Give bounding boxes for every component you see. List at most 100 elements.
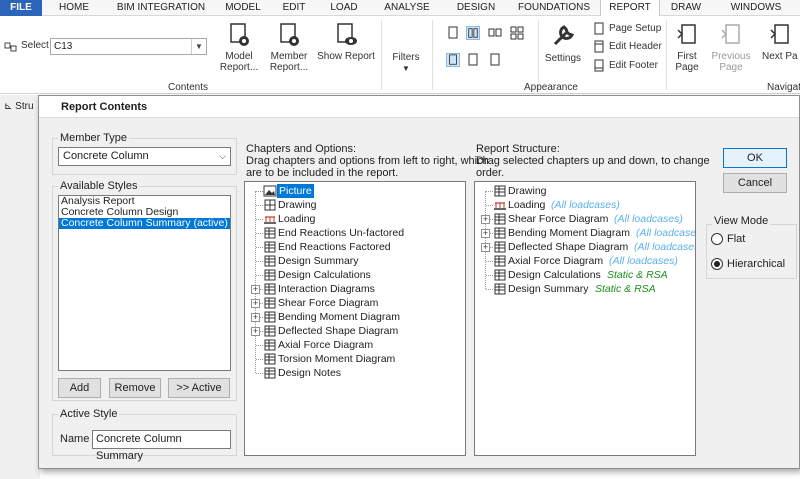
menu-tab-analyse[interactable]: ANALYSE: [370, 0, 444, 16]
expand-plus-icon[interactable]: +: [251, 313, 260, 322]
menu-tab-model[interactable]: MODEL: [216, 0, 270, 16]
tree-connector: [256, 205, 263, 206]
flat-radio[interactable]: [711, 233, 723, 245]
tree-item[interactable]: Design Calculations Static & RSA: [481, 268, 691, 282]
table-icon: [264, 339, 276, 351]
model-report-button[interactable]: Model Report...: [214, 22, 264, 73]
structure-description-line2: order.: [476, 167, 505, 179]
tree-item[interactable]: + Deflected Shape Diagram: [251, 324, 461, 338]
edit-header-button[interactable]: Edit Header: [609, 40, 662, 54]
settings-button[interactable]: Settings: [542, 22, 584, 64]
tree-item-note: (All loadcases): [609, 255, 678, 267]
tree-item[interactable]: Axial Force Diagram: [251, 338, 461, 352]
report-structure-tree[interactable]: Drawing Loading (All loadcases) + Shear Forc…: [474, 181, 696, 456]
menu-tab-load[interactable]: LOAD: [318, 0, 370, 16]
tree-item[interactable]: + Deflected Shape Diagram (All loadcases): [481, 240, 695, 254]
remove-style-button[interactable]: Remove: [109, 378, 161, 398]
filters-button[interactable]: Filters ▼: [386, 52, 426, 74]
expand-plus-icon[interactable]: +: [251, 299, 260, 308]
menu-tab-home[interactable]: HOME: [42, 0, 106, 16]
menu-tab-bim-integration[interactable]: BIM INTEGRATION: [106, 0, 216, 16]
chapters-tree[interactable]: Picture Drawing Loading End Reactions Un-fa…: [244, 181, 466, 456]
first-page-label: First Page: [675, 51, 699, 73]
model-report-label: Model Report...: [219, 51, 259, 73]
tree-item[interactable]: + Interaction Diagrams: [251, 282, 461, 296]
tree-item[interactable]: + Bending Moment Diagram: [251, 310, 461, 324]
expand-plus-icon[interactable]: +: [251, 285, 260, 294]
layout-double-icon[interactable]: [466, 26, 480, 40]
tree-item[interactable]: Drawing: [251, 198, 461, 212]
show-report-button[interactable]: Show Report: [316, 22, 376, 62]
edit-footer-button[interactable]: Edit Footer: [609, 59, 658, 73]
first-page-button[interactable]: First Page: [670, 22, 704, 73]
tree-item[interactable]: Torsion Moment Diagram: [251, 352, 461, 366]
tree-item[interactable]: End Reactions Factored: [251, 240, 461, 254]
tree-item[interactable]: Design Notes: [251, 366, 461, 380]
menu-tab-foundations[interactable]: FOUNDATIONS: [508, 0, 600, 16]
tree-item[interactable]: Loading: [251, 212, 461, 226]
layout-grid-icon[interactable]: [488, 26, 502, 40]
hierarchical-radio-label[interactable]: Hierarchical: [727, 258, 785, 270]
tree-connector: [256, 219, 263, 220]
layout-multi-icon[interactable]: [510, 26, 524, 40]
menu-tab-file[interactable]: FILE: [0, 0, 42, 16]
page-fit-width-icon[interactable]: [466, 53, 480, 67]
styles-listbox[interactable]: Analysis Report Concrete Column Design Con…: [58, 195, 231, 371]
tree-item[interactable]: Design Summary: [251, 254, 461, 268]
structure-tab-label: Stru: [15, 101, 34, 112]
tree-item[interactable]: + Bending Moment Diagram (All loadcases): [481, 226, 695, 240]
tree-item-note: (All loadcases): [634, 241, 696, 253]
structure-tab[interactable]: ⊾ Stru: [4, 101, 34, 112]
hierarchical-radio[interactable]: [711, 258, 723, 270]
tree-item-label: Interaction Diagrams: [278, 283, 375, 295]
cancel-button[interactable]: Cancel: [723, 173, 787, 193]
chevron-down-icon[interactable]: ⌵: [219, 148, 226, 165]
menu-tab-report[interactable]: REPORT: [600, 0, 660, 17]
next-page-button[interactable]: Next Pa: [762, 22, 800, 62]
ok-button[interactable]: OK: [723, 148, 787, 168]
expand-plus-icon[interactable]: +: [481, 215, 490, 224]
menu-tab-windows[interactable]: WINDOWS: [712, 0, 800, 16]
style-name-input[interactable]: Concrete Column Summary: [92, 430, 231, 462]
chevron-down-icon: ▼: [402, 64, 410, 73]
expand-plus-icon[interactable]: +: [251, 327, 260, 336]
chevron-down-icon[interactable]: ▼: [191, 39, 206, 54]
dialog-title: Report Contents: [39, 96, 799, 118]
tree-item[interactable]: Picture: [251, 184, 461, 198]
tree-item-note: (All loadcases): [551, 199, 620, 211]
page-fit-page-icon[interactable]: [488, 53, 502, 67]
menu-tab-draw[interactable]: DRAW: [660, 0, 712, 16]
tree-item[interactable]: Design Summary Static & RSA: [481, 282, 691, 296]
member-type-combo[interactable]: Concrete Column ⌵: [58, 147, 231, 166]
tree-connector: [486, 289, 493, 290]
ribbon: Select C13 ▼ Model Report... Member Repo…: [0, 16, 800, 94]
style-list-item[interactable]: Concrete Column Summary (active): [59, 218, 230, 229]
tree-item-label: Picture: [277, 184, 314, 198]
menu-tab-design[interactable]: DESIGN: [444, 0, 508, 16]
tree-item[interactable]: Design Calculations: [251, 268, 461, 282]
previous-page-button[interactable]: Previous Page: [708, 22, 754, 73]
layout-single-icon[interactable]: [446, 26, 460, 40]
member-report-button[interactable]: Member Report...: [264, 22, 314, 73]
tree-item[interactable]: Loading (All loadcases): [481, 198, 691, 212]
tree-item[interactable]: End Reactions Un-factored: [251, 226, 461, 240]
expand-plus-icon[interactable]: +: [481, 229, 490, 238]
table-icon: [264, 227, 276, 239]
flat-radio-label[interactable]: Flat: [727, 233, 745, 245]
add-style-button[interactable]: Add: [58, 378, 101, 398]
tree-item[interactable]: + Shear Force Diagram: [251, 296, 461, 310]
page-setup-button[interactable]: Page Setup: [609, 22, 661, 36]
tree-item[interactable]: Axial Force Diagram (All loadcases): [481, 254, 691, 268]
tree-connector: [256, 261, 263, 262]
select-label: Select: [21, 40, 49, 51]
tree-item[interactable]: + Shear Force Diagram (All loadcases): [481, 212, 691, 226]
ribbon-separator: [538, 20, 539, 90]
member-select-combo[interactable]: C13 ▼: [50, 38, 207, 55]
make-active-button[interactable]: >> Active: [168, 378, 230, 398]
table-icon: [494, 185, 506, 197]
expand-plus-icon[interactable]: +: [481, 243, 490, 252]
menu-tab-edit[interactable]: EDIT: [270, 0, 318, 16]
page-portrait-icon[interactable]: [446, 53, 460, 67]
tree-item[interactable]: Drawing: [481, 184, 691, 198]
table-icon: [264, 325, 276, 337]
